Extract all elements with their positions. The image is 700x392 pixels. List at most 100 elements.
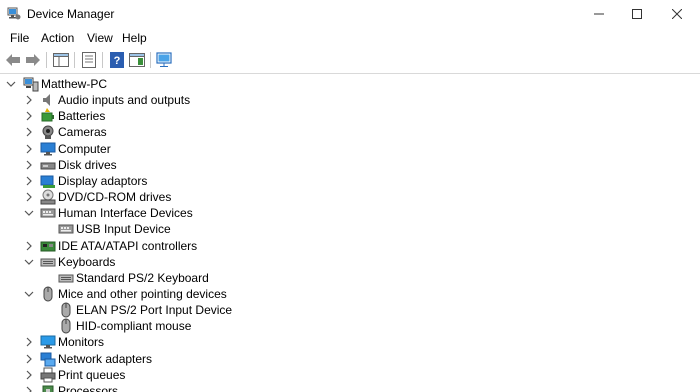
expand-toggle[interactable]	[24, 159, 34, 171]
expand-toggle[interactable]	[24, 385, 34, 392]
expand-toggle[interactable]	[24, 94, 34, 106]
back-button[interactable]	[4, 51, 22, 69]
tree-category[interactable]: Mice and other pointing devices	[2, 286, 692, 302]
tree-item-label: Print queues	[58, 367, 126, 382]
menu-view[interactable]: View	[87, 31, 113, 45]
tree-category[interactable]: Computer	[2, 141, 692, 157]
tree-category[interactable]: IDE ATA/ATAPI controllers	[2, 238, 692, 254]
dvd-drive-icon	[40, 189, 56, 205]
tree-category[interactable]: Batteries	[2, 108, 692, 124]
collapse-toggle[interactable]	[24, 288, 34, 300]
arrow-left-icon	[6, 54, 20, 66]
chevron-down-icon	[24, 291, 34, 297]
action-pane-icon	[129, 53, 145, 67]
collapse-toggle[interactable]	[24, 207, 34, 219]
tree-category[interactable]: Network adapters	[2, 351, 692, 367]
properties-button[interactable]	[80, 51, 98, 69]
expand-toggle[interactable]	[24, 110, 34, 122]
tree-item-label: Monitors	[58, 335, 105, 350]
tree-category[interactable]: Processors	[2, 383, 692, 392]
chevron-right-icon	[26, 337, 32, 347]
svg-text:?: ?	[114, 55, 121, 67]
tree-category[interactable]: Keyboards	[2, 254, 692, 270]
hid-icon	[40, 208, 56, 218]
monitor-icon	[40, 335, 56, 349]
tree-item-label: DVD/CD-ROM drives	[58, 190, 172, 205]
tree-category[interactable]: Cameras	[2, 124, 692, 140]
chevron-right-icon	[26, 144, 32, 154]
tree-device[interactable]: USB Input Device	[2, 221, 692, 237]
tree-category[interactable]: Human Interface Devices	[2, 205, 692, 221]
chevron-right-icon	[26, 241, 32, 250]
toolbar-separator	[74, 52, 75, 68]
chevron-right-icon	[26, 128, 32, 137]
tree-device[interactable]: Standard PS/2 Keyboard	[2, 270, 692, 286]
tree-category[interactable]: Disk drives	[2, 157, 692, 173]
computer-icon	[40, 142, 56, 156]
expand-toggle[interactable]	[24, 191, 34, 203]
tree-item-label: Standard PS/2 Keyboard	[76, 270, 209, 285]
chevron-right-icon	[26, 370, 32, 380]
expand-toggle[interactable]	[24, 143, 34, 155]
computer-root-icon	[23, 77, 39, 92]
tree-device[interactable]: ELAN PS/2 Port Input Device	[2, 302, 692, 318]
chevron-right-icon	[26, 95, 32, 105]
keyboard-icon	[58, 274, 74, 283]
chevron-right-icon	[26, 111, 32, 121]
menu-action[interactable]: Action	[41, 31, 74, 45]
tree-item-label: USB Input Device	[76, 222, 171, 237]
minimize-icon	[594, 13, 604, 15]
maximize-icon	[632, 9, 642, 19]
toolbar-separator	[150, 52, 151, 68]
menu-file[interactable]: File	[10, 31, 29, 45]
chevron-down-icon	[24, 259, 34, 265]
tree-item-label: Mice and other pointing devices	[58, 286, 227, 301]
expand-toggle[interactable]	[24, 240, 34, 252]
chevron-right-icon	[26, 192, 32, 202]
tree-category[interactable]: Audio inputs and outputs	[2, 92, 692, 108]
ide-controller-icon	[40, 241, 56, 251]
scan-hardware-button[interactable]	[156, 51, 174, 69]
expand-toggle[interactable]	[24, 175, 34, 187]
window-title: Device Manager	[27, 7, 115, 21]
tree-category[interactable]: Print queues	[2, 367, 692, 383]
battery-icon	[41, 108, 54, 122]
menu-help[interactable]: Help	[122, 31, 147, 45]
help-icon: ?	[110, 52, 124, 68]
tree-category[interactable]: Display adaptors	[2, 173, 692, 189]
tree-item-label: Matthew-PC	[41, 77, 108, 91]
tree-item-label: HID-compliant mouse	[76, 319, 192, 334]
hid-icon	[58, 224, 74, 234]
menu-bar: File Action View Help	[0, 28, 700, 48]
console-tree-icon	[53, 53, 69, 67]
close-button[interactable]	[654, 0, 700, 28]
processor-icon	[42, 385, 54, 392]
show-hide-console-tree-button[interactable]	[52, 51, 70, 69]
tree-root[interactable]: Matthew-PC	[2, 76, 692, 92]
device-tree[interactable]: Matthew-PC Audio inputs and outputs Batter…	[2, 74, 700, 392]
display-adapter-icon	[40, 175, 55, 188]
chevron-right-icon	[26, 160, 32, 170]
help-button[interactable]: ?	[108, 51, 126, 69]
forward-button[interactable]	[24, 51, 42, 69]
tree-category[interactable]: DVD/CD-ROM drives	[2, 189, 692, 205]
expand-toggle[interactable]	[24, 126, 34, 138]
tree-item-label: Disk drives	[58, 157, 117, 172]
collapse-toggle[interactable]	[24, 256, 34, 268]
printer-icon	[40, 367, 56, 383]
expand-toggle[interactable]	[24, 353, 34, 365]
title-bar: Device Manager	[0, 0, 700, 28]
expand-toggle[interactable]	[24, 336, 34, 348]
tree-item-label: Network adapters	[58, 351, 153, 366]
network-adapter-icon	[40, 352, 56, 367]
tree-item-label: Keyboards	[58, 254, 116, 269]
expand-toggle[interactable]	[24, 369, 34, 381]
tree-device[interactable]: HID-compliant mouse	[2, 318, 692, 334]
tree-category[interactable]: Monitors	[2, 334, 692, 350]
collapse-toggle[interactable]	[6, 78, 16, 90]
properties-icon	[82, 52, 96, 68]
action-pane-button[interactable]	[128, 51, 146, 69]
keyboard-icon	[40, 258, 56, 267]
tree-item-label: Processors	[58, 383, 119, 392]
mouse-icon	[61, 302, 71, 318]
